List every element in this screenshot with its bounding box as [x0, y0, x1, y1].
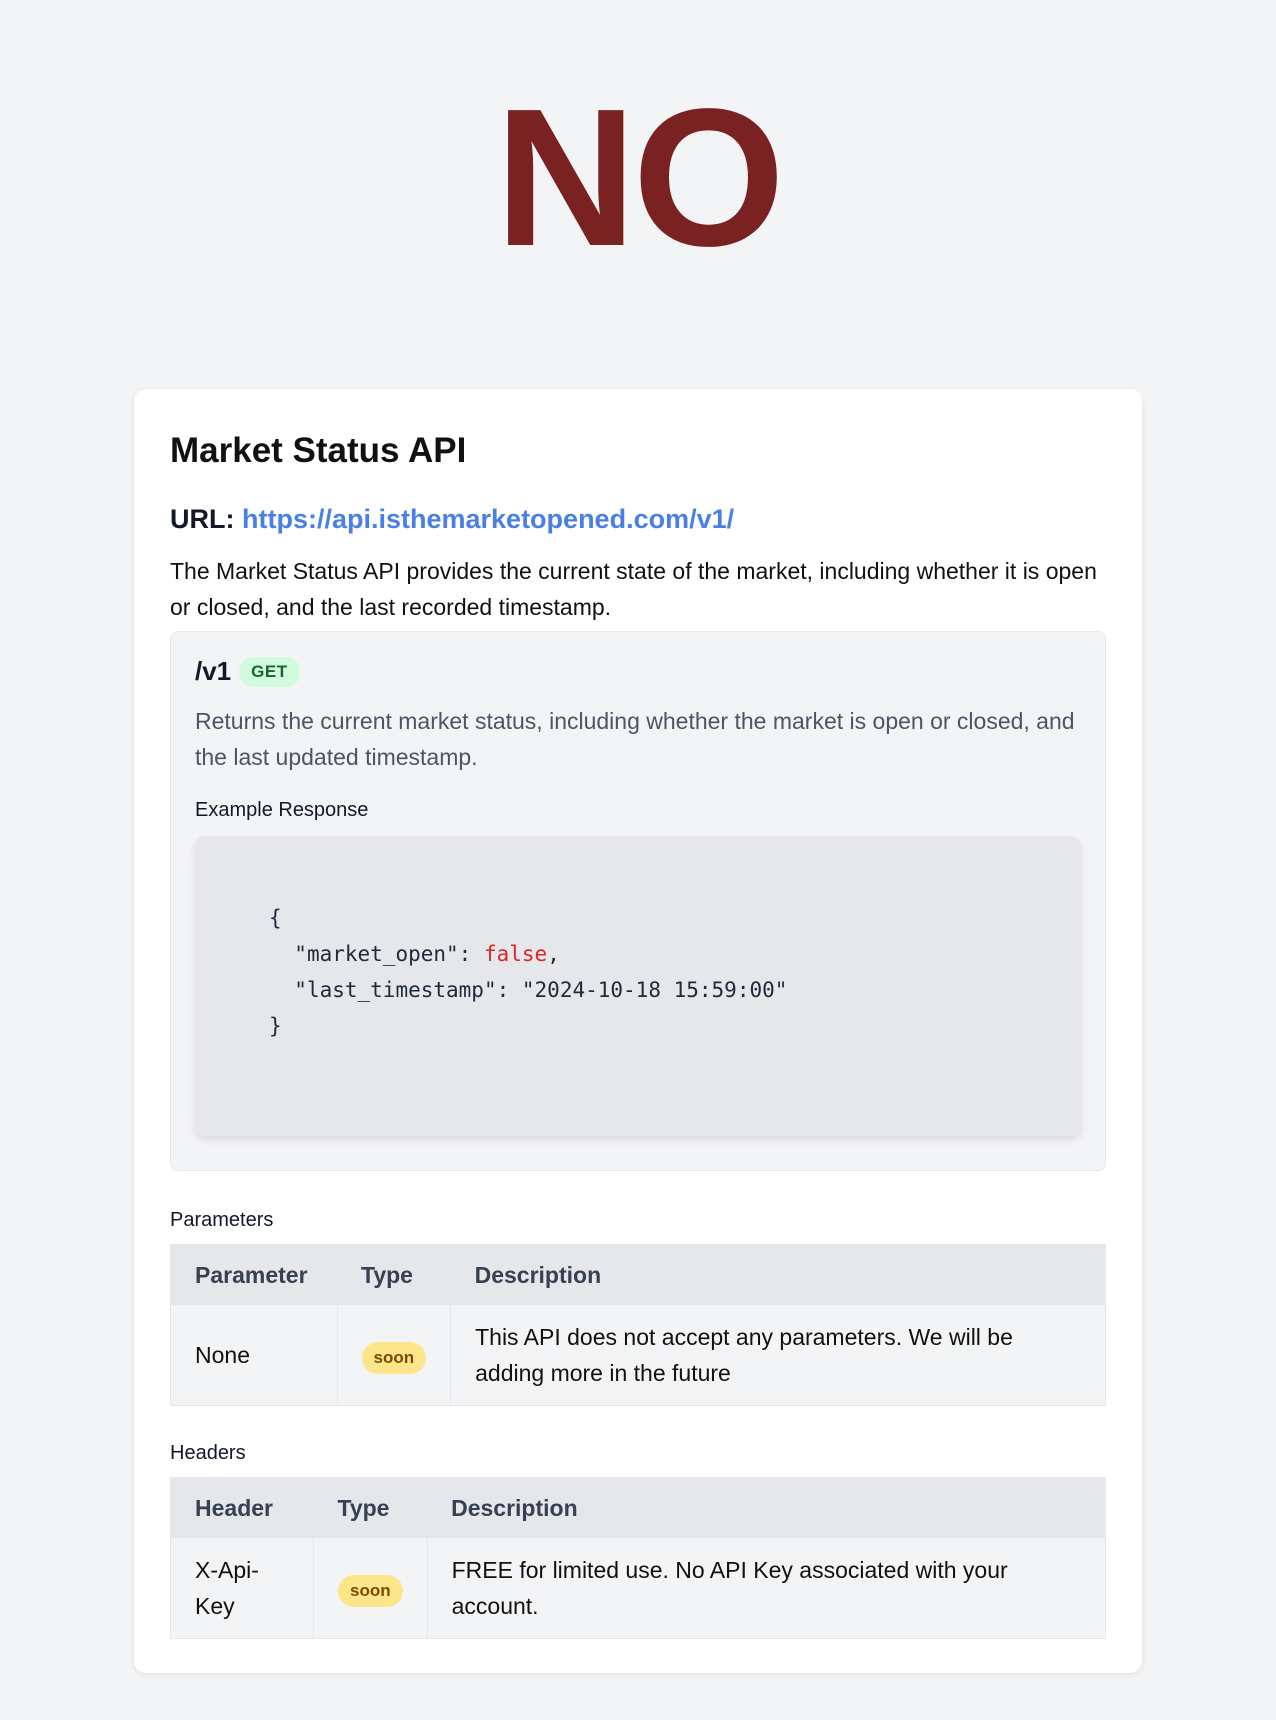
url-line: URL: https://api.isthemarketopened.com/v…	[170, 501, 1106, 537]
endpoint-header: /v1 GET	[195, 656, 1081, 687]
header-description: FREE for limited use. No API Key associa…	[427, 1538, 1106, 1639]
method-badge: GET	[239, 656, 300, 687]
table-header-row: Header Type Description	[170, 1477, 1106, 1538]
code-value-last-timestamp: "2024-10-18 15:59:00"	[521, 978, 788, 1002]
code-value-market-open: false	[483, 942, 548, 966]
market-status-text: NO	[495, 68, 785, 287]
endpoint-block: /v1 GET Returns the current market statu…	[170, 631, 1106, 1171]
col-type: Type	[337, 1244, 451, 1305]
api-title: Market Status API	[170, 431, 467, 470]
api-url-link[interactable]: https://api.isthemarketopened.com/v1/	[242, 504, 734, 534]
table-header-row: Parameter Type Description	[170, 1244, 1106, 1305]
headers-label: Headers	[170, 1442, 246, 1464]
endpoint-description: Returns the current market status, inclu…	[195, 708, 1075, 770]
col-description: Description	[427, 1477, 1106, 1538]
endpoint-path: /v1	[195, 656, 232, 686]
code-close-brace: }	[269, 1014, 282, 1038]
header-type: soon	[313, 1538, 428, 1639]
example-response-code: { "market_open": false, "last_timestamp"…	[195, 836, 1081, 1136]
param-type: soon	[337, 1305, 452, 1406]
col-description: Description	[450, 1244, 1106, 1305]
header-name: X-Api-Key	[170, 1538, 314, 1639]
api-intro: The Market Status API provides the curre…	[170, 558, 1097, 620]
api-doc-card: Market Status API URL: https://api.isthe…	[134, 389, 1142, 1673]
code-key-market-open: "market_open"	[294, 942, 459, 966]
headers-table: Header Type Description X-Api-Key soon F…	[170, 1477, 1106, 1639]
table-row: X-Api-Key soon FREE for limited use. No …	[170, 1538, 1106, 1639]
status-hero: NO	[0, 0, 1276, 388]
soon-badge: soon	[361, 1341, 427, 1374]
soon-badge: soon	[338, 1574, 403, 1607]
col-type: Type	[313, 1477, 428, 1538]
example-response-label: Example Response	[195, 799, 369, 821]
table-row: None soon This API does not accept any p…	[170, 1305, 1106, 1406]
col-header: Header	[170, 1477, 314, 1538]
code-open-brace: {	[269, 906, 282, 930]
parameters-label: Parameters	[170, 1209, 274, 1231]
param-description: This API does not accept any parameters.…	[450, 1305, 1106, 1406]
param-name: None	[170, 1305, 338, 1406]
parameters-table: Parameter Type Description None soon Thi…	[170, 1244, 1106, 1406]
col-parameter: Parameter	[170, 1244, 337, 1305]
code-key-last-timestamp: "last_timestamp"	[294, 978, 497, 1002]
url-label: URL:	[170, 504, 235, 534]
